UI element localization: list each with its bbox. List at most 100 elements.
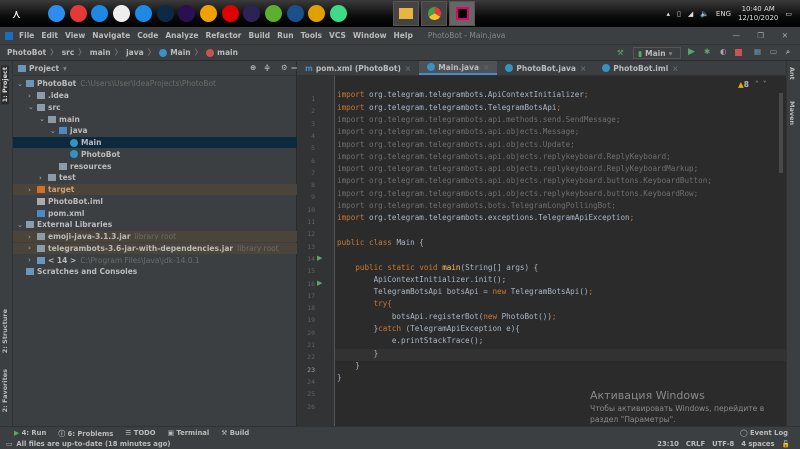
menu-view[interactable]: View [65, 31, 85, 40]
chevron-right-icon[interactable]: › [28, 186, 37, 194]
utorrent-icon[interactable] [265, 5, 282, 22]
build-tool-button[interactable]: ⚒ Build [221, 429, 249, 437]
menu-navigate[interactable]: Navigate [92, 31, 130, 40]
menu-tools[interactable]: Tools [301, 31, 322, 40]
scrollbar[interactable] [779, 93, 783, 173]
tab-maven[interactable]: Maven [788, 101, 796, 125]
editor-tab[interactable]: PhotoBot.java × [497, 61, 594, 75]
chevron-down-icon[interactable]: ⌄ [50, 127, 59, 135]
tree-item[interactable]: › telegrambots-3.6-jar-with-dependencies.… [13, 242, 297, 255]
launcher-icon[interactable]: ⋏ [12, 7, 21, 21]
arrow-app-icon[interactable] [134, 5, 152, 22]
tree-item[interactable]: ⌄ External Libraries [13, 219, 297, 231]
search-icon[interactable]: ⌕ [786, 47, 790, 57]
menu-window[interactable]: Window [353, 31, 387, 40]
run-gutter-icon[interactable]: ▶ [317, 279, 322, 287]
tree-item[interactable]: › emoji-java-3.1.3.jar library root [13, 230, 297, 243]
taskbar-chrome[interactable] [421, 1, 447, 26]
close-button[interactable]: ✕ [782, 31, 788, 40]
line-separator[interactable]: CRLF [686, 440, 705, 448]
tree-item[interactable]: › test [13, 172, 297, 184]
collapse-icon[interactable]: ≑ [264, 63, 270, 72]
menu-refactor[interactable]: Refactor [205, 31, 241, 40]
vscode-icon[interactable] [91, 5, 109, 22]
run-gutter-icon[interactable]: ▶ [317, 254, 322, 262]
editor-tab[interactable]: PhotoBot.iml × [594, 61, 686, 75]
chevron-down-icon[interactable]: ⌄ [39, 115, 48, 123]
crumb-main-method[interactable]: main [217, 48, 238, 57]
file-encoding[interactable]: UTF-8 [712, 440, 734, 448]
tree-item[interactable]: ⌄ PhotoBot C:\Users\User\IdeaProjects\Phot… [13, 78, 297, 90]
chevron-down-icon[interactable]: ▾ [63, 64, 67, 73]
crumb-project[interactable]: PhotoBot [7, 48, 46, 57]
terminal-icon[interactable]: ▭ [770, 47, 777, 56]
project-view-select[interactable]: Project [29, 64, 59, 73]
java-icon[interactable] [286, 5, 304, 22]
menu-vcs[interactable]: VCS [329, 31, 346, 40]
terminal-tool-button[interactable]: ▣ Terminal [168, 429, 210, 437]
run-config-select[interactable]: ▮ Main ▾ [633, 47, 681, 59]
crumb-main-folder[interactable]: main [90, 48, 111, 57]
next-icon[interactable]: ˅ [763, 80, 767, 89]
close-tab-icon[interactable]: × [580, 64, 586, 73]
close-tab-icon[interactable]: × [483, 63, 489, 72]
photoshop-icon[interactable] [156, 5, 174, 22]
chevron-down-icon[interactable]: ⌄ [17, 221, 26, 229]
tree-item[interactable]: resources [13, 160, 297, 172]
locate-icon[interactable]: ⊕ [250, 63, 256, 72]
menu-edit[interactable]: Edit [41, 31, 58, 40]
tree-item[interactable]: Scratches and Consoles [13, 266, 297, 278]
editor-tab[interactable]: m pom.xml (PhotoBot) × [297, 61, 419, 75]
tree-item[interactable]: › target [13, 183, 297, 196]
chevron-right-icon[interactable]: › [28, 244, 37, 252]
indent-setting[interactable]: 4 spaces [741, 440, 774, 448]
debug-icon[interactable]: ✱ [704, 47, 710, 56]
tree-item[interactable]: ⌄ main [13, 113, 297, 125]
aimp-icon[interactable] [199, 5, 217, 22]
tab-structure[interactable]: 2: Structure [1, 309, 9, 353]
notifications-icon[interactable]: ▭ [785, 10, 792, 18]
clock[interactable]: 10:40 AM 12/10/2020 [738, 5, 778, 23]
tree-item[interactable]: › < 14 > C:\Program Files\Java\jdk-14.0.1 [13, 254, 297, 266]
tree-item[interactable]: pom.xml [13, 207, 297, 219]
coverage-icon[interactable]: ◐ [720, 47, 727, 56]
menu-build[interactable]: Build [249, 31, 271, 40]
chevron-right-icon[interactable]: › [28, 233, 37, 241]
gear-icon[interactable]: ⚙ [281, 63, 288, 72]
menu-file[interactable]: File [19, 31, 34, 40]
todo-tool-button[interactable]: ☰ TODO [125, 429, 155, 437]
share-icon[interactable] [48, 5, 65, 22]
chevron-right-icon[interactable]: › [28, 92, 37, 100]
menu-run[interactable]: Run [277, 31, 293, 40]
tab-ant[interactable]: Ant [788, 67, 796, 80]
tree-item[interactable]: PhotoBot [13, 149, 297, 161]
tab-project[interactable]: 1: Project [1, 65, 9, 105]
eclipse-icon[interactable] [243, 5, 261, 22]
chevron-right-icon[interactable]: › [28, 256, 37, 264]
run-icon[interactable]: ▶ [688, 47, 695, 57]
minimize-button[interactable]: — [733, 31, 741, 40]
event-log-button[interactable]: ◯ Event Log [740, 429, 788, 437]
android-studio-icon[interactable] [330, 5, 348, 22]
after-effects-icon[interactable] [178, 5, 196, 22]
crumb-src[interactable]: src [62, 48, 75, 57]
tree-item[interactable]: › .idea [13, 90, 297, 102]
menu-analyze[interactable]: Analyze [165, 31, 198, 40]
taskbar-intellij[interactable] [449, 1, 475, 26]
chrome-icon[interactable] [308, 5, 326, 22]
lock-icon[interactable]: 🔓 [782, 440, 790, 448]
caret-position[interactable]: 23:10 [657, 440, 679, 448]
tree-item[interactable]: ⌄ java [13, 125, 297, 137]
wifi-icon[interactable]: ◢ [688, 10, 693, 18]
menu-help[interactable]: Help [394, 31, 413, 40]
tab-favorites[interactable]: 2: Favorites [1, 369, 9, 412]
build-hammer-icon[interactable]: ⚒ [617, 48, 624, 57]
editor[interactable]: m pom.xml (PhotoBot) × Main.java × PhotoBot.j… [297, 61, 786, 426]
chevron-right-icon[interactable]: › [39, 174, 48, 182]
close-tab-icon[interactable]: × [405, 64, 411, 73]
tray-chevron-icon[interactable]: ▴ [666, 10, 670, 18]
record-icon[interactable] [221, 5, 239, 22]
inspection-widget[interactable]: ▲8 ˄ ˅ [738, 80, 767, 89]
project-structure-icon[interactable]: ▦ [754, 47, 761, 56]
run-tool-button[interactable]: ▶ 4: Run [14, 429, 46, 437]
